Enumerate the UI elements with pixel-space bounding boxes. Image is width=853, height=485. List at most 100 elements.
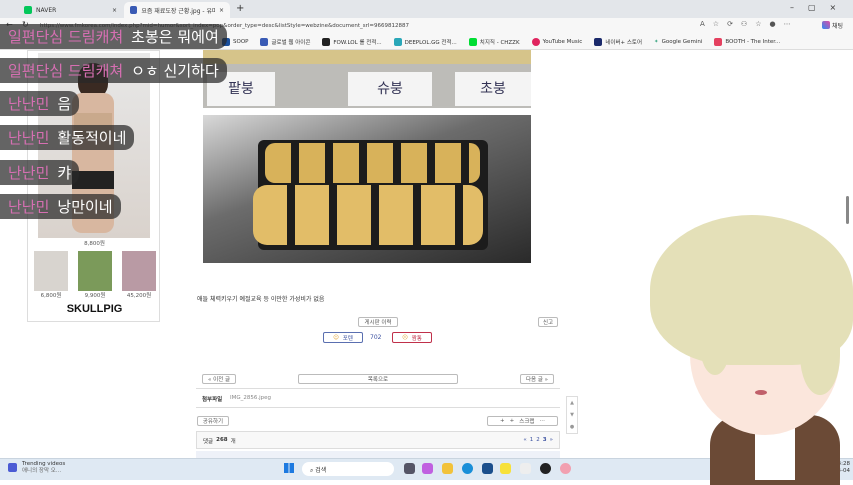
copilot-app-icon[interactable] <box>422 463 433 474</box>
obs-icon[interactable] <box>540 463 551 474</box>
chat-message: 난난민 캬 <box>0 160 80 185</box>
vote-up-label: 포텐 <box>342 335 353 342</box>
comments-unit: 개 <box>230 439 236 445</box>
divider <box>196 407 560 408</box>
post-tools[interactable]: + + 스크랩 ⋯ <box>487 416 558 426</box>
file-explorer-icon[interactable] <box>442 463 453 474</box>
close-icon[interactable]: × <box>219 7 224 14</box>
bookmark-label: DEEPLOL.GG 전적... <box>404 39 457 46</box>
trending-sub: 애니의 장막 오... <box>22 468 62 474</box>
bookmark-chzzk[interactable]: 치지직 - CHZZK <box>468 37 520 46</box>
page-prev[interactable]: « <box>523 437 526 443</box>
naver-icon <box>24 6 32 14</box>
share-button[interactable]: 공유하기 <box>197 416 229 426</box>
prev-post-button[interactable]: « 이전 글 <box>202 374 236 384</box>
copilot-button[interactable]: 채팅 <box>822 21 843 30</box>
app-icon[interactable] <box>404 463 415 474</box>
ad-price: 9,900원 <box>84 293 106 299</box>
bookmark-fowlol[interactable]: FOW.LOL 롤 전적... <box>322 37 382 46</box>
report-button[interactable]: 신고 <box>538 317 558 327</box>
bookmark-deeplol[interactable]: DEEPLOL.GG 전적... <box>393 37 457 46</box>
chat-text: 초봉은 뭐에여 <box>131 28 219 46</box>
tab-fmkorea[interactable]: 요즘 재료도장 근황.jpg - 유머/움... × <box>124 2 230 18</box>
edge-icon[interactable] <box>462 463 473 474</box>
bookmark-gemini[interactable]: ✦ Google Gemini <box>654 39 702 45</box>
side-scroll-tools[interactable]: ▲ ▼ ● <box>566 396 578 434</box>
widgets-icon[interactable] <box>8 463 17 472</box>
page-link-current[interactable]: 3 <box>543 437 547 443</box>
bookmark-label: BOOTH - The Inter... <box>725 38 781 45</box>
post-image-taiyaki <box>203 115 531 263</box>
kakaotalk-icon[interactable] <box>500 463 511 474</box>
page-next[interactable]: » <box>550 437 553 443</box>
app-heart-icon[interactable] <box>560 463 571 474</box>
bookmark-label: 치지직 - CHZZK <box>479 39 520 46</box>
fmkorea-icon <box>130 6 138 14</box>
chat-nick: 난난민 <box>8 164 50 182</box>
chat-nick: 난난민 <box>8 198 50 216</box>
next-post-button[interactable]: 다음 글 » <box>520 374 554 384</box>
vote-down-button[interactable]: ☹ 짬통 <box>392 332 432 343</box>
chat-message: 난난민 활동적이네 <box>0 125 135 150</box>
bookmark-label: 글로벌 웹 아이콘 <box>271 39 311 46</box>
bookmark-label: YouTube Music <box>542 38 583 45</box>
bookmark-booth[interactable]: BOOTH - The Inter... <box>714 37 781 46</box>
chat-nick: 난난민 <box>8 129 50 147</box>
page-link[interactable]: 2 <box>536 437 540 443</box>
post-image-signs: 팥붕 슈붕 초붕 <box>203 50 531 108</box>
chat-nick: 난난민 <box>8 95 50 113</box>
windows-start-icon[interactable] <box>284 463 294 473</box>
comment-row <box>196 451 560 458</box>
ad-price: 6,800원 <box>40 293 62 299</box>
ad-thumb[interactable] <box>122 251 156 291</box>
font-up-icon[interactable]: + <box>500 418 505 424</box>
fow-icon <box>322 37 331 46</box>
comments-count: 268 <box>216 437 228 443</box>
bookmark-youtube-music[interactable]: YouTube Music <box>531 37 583 46</box>
ad-price: 45,200원 <box>126 293 152 299</box>
comments-header: 댓글 268 개 « 1 2 3» <box>196 431 560 449</box>
divider <box>196 388 560 389</box>
bookmark-naver-store[interactable]: 네이버+ 스토어 <box>594 37 642 46</box>
notepad-icon[interactable] <box>520 463 531 474</box>
tab-label: NAVER <box>36 6 57 14</box>
smile-icon: ☺ <box>333 334 339 341</box>
scrap-button[interactable]: 스크랩 <box>519 417 534 425</box>
page-link[interactable]: 1 <box>530 437 534 443</box>
attach-file-link[interactable]: IMG_2856.jpeg <box>230 395 271 401</box>
ad-thumb[interactable] <box>78 251 112 291</box>
sign-label: 초붕 <box>455 72 531 106</box>
store-icon <box>594 37 603 46</box>
vote-up-button[interactable]: ☺ 포텐 <box>323 332 363 343</box>
trending-widget[interactable]: Trending videos 애니의 장막 오... <box>22 461 65 475</box>
more-icon[interactable]: ⋯ <box>539 418 545 424</box>
attach-label: 첨부파일 <box>202 397 223 403</box>
copilot-label: 채팅 <box>832 23 844 30</box>
search-label: 검색 <box>315 467 327 474</box>
tab-naver[interactable]: NAVER × <box>18 2 123 18</box>
ad-thumb[interactable] <box>34 251 68 291</box>
close-icon[interactable]: × <box>112 7 117 14</box>
vote-down-label: 짬통 <box>411 335 422 342</box>
font-down-icon[interactable]: + <box>510 418 515 424</box>
ad-price: 8,800원 <box>84 241 105 247</box>
vote-count: 702 <box>370 334 382 341</box>
chat-text: 활동적이네 <box>57 129 127 147</box>
chat-text: 낭만이네 <box>57 198 113 216</box>
new-tab-button[interactable]: + <box>236 3 244 14</box>
tab-bar: NAVER × 요즘 재료도장 근황.jpg - 유머/움... × + –▢× <box>0 0 853 18</box>
chat-message: 난난민 낭만이네 <box>0 194 121 219</box>
bookmark-icon-web[interactable]: 글로벌 웹 아이콘 <box>260 37 311 46</box>
store-app-icon[interactable] <box>482 463 493 474</box>
copilot-icon <box>822 21 830 29</box>
trending-title: Trending videos <box>22 461 66 467</box>
board-rules-button[interactable]: 게시판 이력 <box>358 317 398 327</box>
list-button[interactable]: 목록으로 <box>298 374 458 384</box>
booth-icon <box>714 37 723 46</box>
chat-text: ㅇㅎ 신기하다 <box>131 62 219 80</box>
bookmark-label: Google Gemini <box>661 38 703 45</box>
comment-pagination[interactable]: « 1 2 3» <box>523 437 553 443</box>
bookmark-label: SOOP <box>233 38 249 45</box>
window-controls[interactable]: –▢× <box>790 3 850 12</box>
taskbar-search[interactable]: ⌕ 검색 <box>302 462 394 476</box>
